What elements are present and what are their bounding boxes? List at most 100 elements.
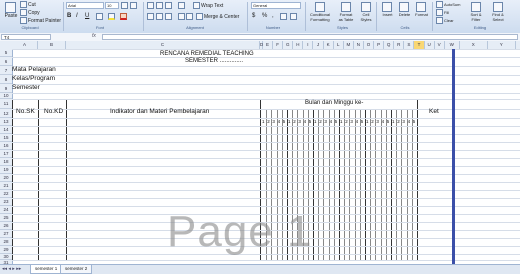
column-header-u[interactable]: U: [425, 41, 435, 49]
row-header-18[interactable]: 18: [0, 158, 12, 166]
format-button[interactable]: Format: [413, 2, 430, 17]
row-header-8[interactable]: 8: [0, 75, 12, 84]
merge-center-button[interactable]: Merge & Center: [196, 13, 239, 20]
underline-button[interactable]: U: [85, 13, 89, 19]
conditional-formatting-button[interactable]: Conditional Formatting: [307, 2, 333, 22]
gridline-h: [12, 182, 520, 183]
column-header-j[interactable]: J: [313, 41, 324, 49]
column-header-f[interactable]: F: [273, 41, 284, 49]
format-as-table-button[interactable]: Format as Table: [335, 2, 357, 22]
column-header-q[interactable]: Q: [384, 41, 395, 49]
cell-styles-button[interactable]: Cell Styles: [357, 2, 375, 22]
wrap-text-button[interactable]: Wrap Text: [193, 2, 223, 9]
row-header-9[interactable]: 9: [0, 84, 12, 93]
row-header-12[interactable]: 12: [0, 109, 12, 118]
column-header-s[interactable]: S: [404, 41, 415, 49]
row-header-24[interactable]: 24: [0, 206, 12, 214]
kelas-program-label: Kelas/Program: [12, 75, 55, 82]
column-header-g[interactable]: G: [283, 41, 294, 49]
row-header-16[interactable]: 16: [0, 142, 12, 150]
font-size-select[interactable]: 10: [105, 2, 119, 9]
autosum-button[interactable]: AutoSum: [436, 1, 460, 8]
fill-color-button[interactable]: [108, 13, 116, 20]
column-header-o[interactable]: O: [364, 41, 375, 49]
fill-button[interactable]: Fill: [436, 9, 449, 16]
orientation-button[interactable]: [178, 2, 186, 9]
align-top-button[interactable]: [147, 2, 155, 9]
increase-indent-button[interactable]: [186, 13, 194, 20]
row-header-21[interactable]: 21: [0, 182, 12, 190]
formula-input[interactable]: [102, 34, 518, 40]
row-header-29[interactable]: 29: [0, 246, 12, 254]
align-center-button[interactable]: [156, 13, 164, 20]
column-header-l[interactable]: L: [334, 41, 344, 49]
grow-font-button[interactable]: [121, 2, 129, 9]
row-header-20[interactable]: 20: [0, 174, 12, 182]
italic-button[interactable]: I: [76, 13, 78, 19]
name-box[interactable]: T4: [1, 34, 51, 40]
percent-button[interactable]: %: [262, 13, 267, 19]
column-header-r[interactable]: R: [394, 41, 405, 49]
column-header-w[interactable]: W: [445, 41, 460, 49]
column-header-c[interactable]: C: [66, 41, 260, 49]
column-header-y[interactable]: Y: [488, 41, 516, 49]
cut-button[interactable]: Cut: [20, 1, 36, 8]
insert-button[interactable]: Insert: [379, 2, 396, 17]
column-header-i[interactable]: I: [303, 41, 314, 49]
row-header-19[interactable]: 19: [0, 166, 12, 174]
find-select-button[interactable]: Find & Select: [488, 2, 508, 22]
grow-font-icon: [121, 2, 128, 9]
delete-button[interactable]: Delete: [396, 2, 413, 17]
align-left-button[interactable]: [147, 13, 155, 20]
column-header-h[interactable]: H: [293, 41, 304, 49]
column-header-k[interactable]: K: [324, 41, 334, 49]
row-header-27[interactable]: 27: [0, 230, 12, 238]
fx-icon[interactable]: fx: [92, 33, 96, 39]
borders-button[interactable]: [96, 13, 104, 20]
align-middle-button[interactable]: [156, 2, 164, 9]
row-header-26[interactable]: 26: [0, 222, 12, 230]
clear-button[interactable]: Clear: [436, 17, 454, 24]
number-format-select[interactable]: General: [251, 2, 301, 9]
paste-button[interactable]: Paste: [2, 2, 20, 19]
column-header-b[interactable]: B: [38, 41, 66, 49]
column-header-t[interactable]: T: [414, 41, 425, 49]
increase-decimal-button[interactable]: [280, 13, 288, 20]
row-header-7[interactable]: 7: [0, 66, 12, 75]
row-header-23[interactable]: 23: [0, 198, 12, 206]
comma-button[interactable]: ,: [272, 13, 274, 19]
column-header-p[interactable]: P: [374, 41, 385, 49]
row-header-5[interactable]: 5: [0, 49, 12, 57]
bold-button[interactable]: B: [67, 13, 71, 19]
row-header-15[interactable]: 15: [0, 134, 12, 142]
format-painter-button[interactable]: Format Painter: [20, 17, 61, 24]
column-header-n[interactable]: N: [354, 41, 364, 49]
column-header-z[interactable]: Z: [516, 41, 520, 49]
tab-scroll-left-icon[interactable]: ◂◂ ◂ ▸ ▸▸: [2, 266, 21, 272]
row-header-11[interactable]: 11: [0, 99, 12, 109]
sort-filter-button[interactable]: Sort & Filter: [466, 2, 486, 22]
column-header-e[interactable]: E: [263, 41, 274, 49]
row-header-25[interactable]: 25: [0, 214, 12, 222]
shrink-font-button[interactable]: [130, 2, 138, 9]
row-header-6[interactable]: 6: [0, 57, 12, 66]
align-right-button[interactable]: [165, 13, 173, 20]
font-color-button[interactable]: [120, 13, 128, 20]
column-header-x[interactable]: X: [460, 41, 488, 49]
row-header-14[interactable]: 14: [0, 126, 12, 134]
row-header-28[interactable]: 28: [0, 238, 12, 246]
decrease-decimal-button[interactable]: [290, 13, 298, 20]
row-header-22[interactable]: 22: [0, 190, 12, 198]
column-header-v[interactable]: V: [435, 41, 445, 49]
worksheet-grid[interactable]: RENCANA REMEDIAL TEACHING SEMESTER .....…: [12, 49, 520, 264]
decrease-indent-button[interactable]: [178, 13, 186, 20]
gridline-h: [12, 166, 520, 167]
row-header-17[interactable]: 17: [0, 150, 12, 158]
column-header-a[interactable]: A: [12, 41, 38, 49]
align-bottom-button[interactable]: [165, 2, 173, 9]
row-header-13[interactable]: 13: [0, 118, 12, 126]
copy-button[interactable]: Copy: [20, 9, 40, 16]
column-header-m[interactable]: M: [344, 41, 354, 49]
currency-button[interactable]: $: [252, 13, 255, 19]
font-name-select[interactable]: Arial: [66, 2, 104, 9]
